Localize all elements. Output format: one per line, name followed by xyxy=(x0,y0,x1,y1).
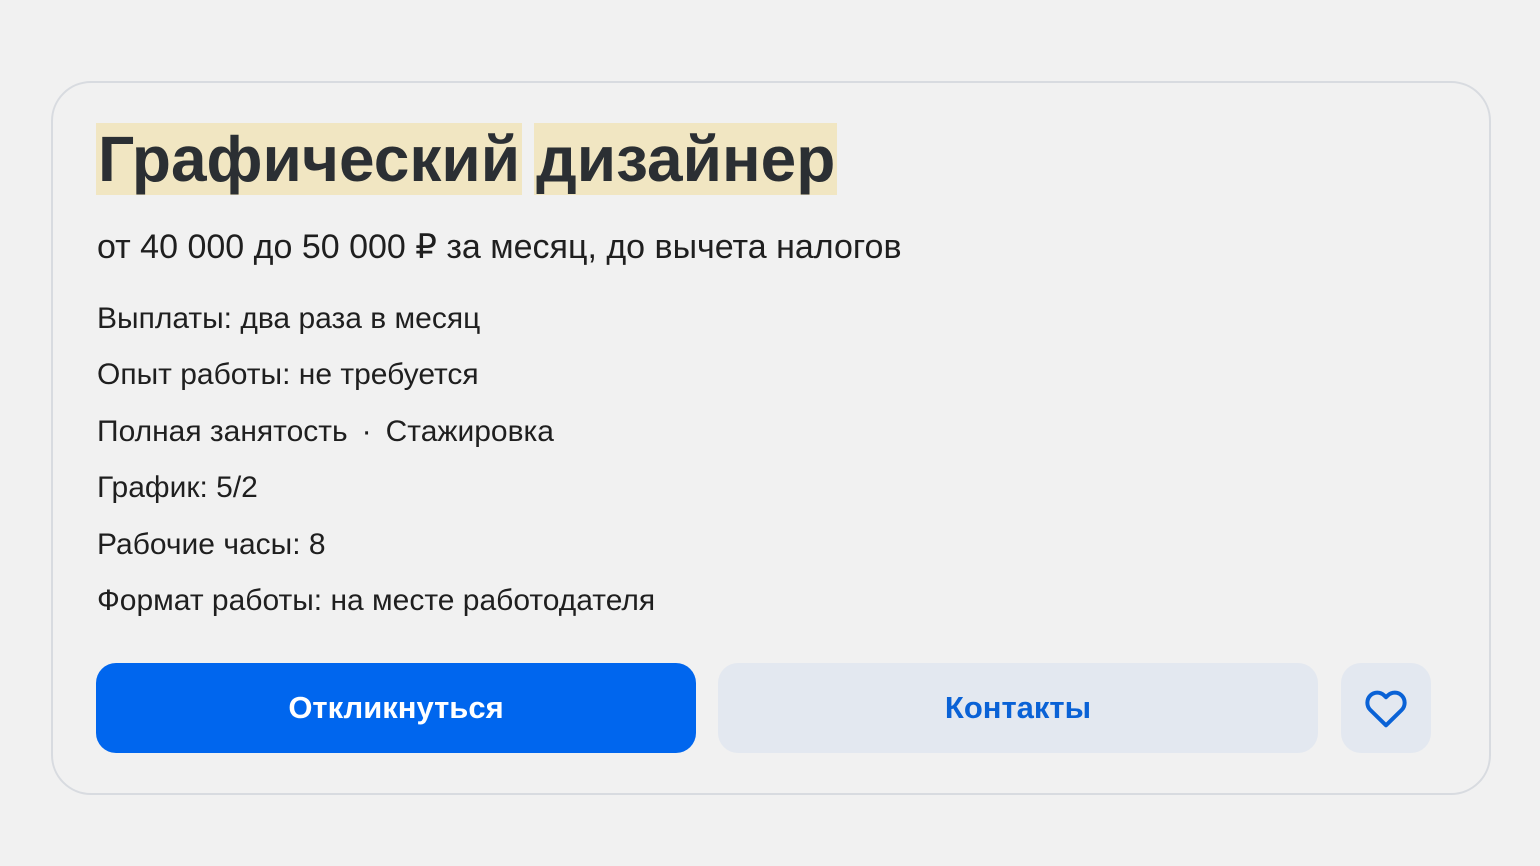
separator-dot: · xyxy=(361,414,372,448)
experience-info: Опыт работы: не требуется xyxy=(97,358,479,392)
hours-info: Рабочие часы: 8 xyxy=(97,527,326,561)
favorite-button[interactable] xyxy=(1341,663,1431,753)
salary-range: от 40 000 до 50 000 ₽ за месяц, до вычет… xyxy=(97,228,902,266)
title-word-1: Графический xyxy=(96,123,523,195)
vacancy-card: Графический дизайнер от 40 000 до 50 000 … xyxy=(51,81,1491,795)
heart-icon xyxy=(1365,690,1407,728)
vacancy-details: Выплаты: два раза в месяц Опыт работы: н… xyxy=(97,291,655,629)
internship-label: Стажировка xyxy=(385,414,554,448)
title-word-2: дизайнер xyxy=(534,123,838,195)
employment-info: Полная занятость · Стажировка xyxy=(97,404,655,460)
payments-info: Выплаты: два раза в месяц xyxy=(97,302,481,335)
vacancy-title[interactable]: Графический дизайнер xyxy=(96,123,838,195)
contacts-button[interactable]: Контакты xyxy=(718,663,1318,753)
work-format-info: Формат работы: на месте работодателя xyxy=(97,583,656,617)
schedule-info: График: 5/2 xyxy=(97,471,258,505)
employment-type: Полная занятость xyxy=(97,414,348,448)
respond-button[interactable]: Откликнуться xyxy=(96,663,696,753)
